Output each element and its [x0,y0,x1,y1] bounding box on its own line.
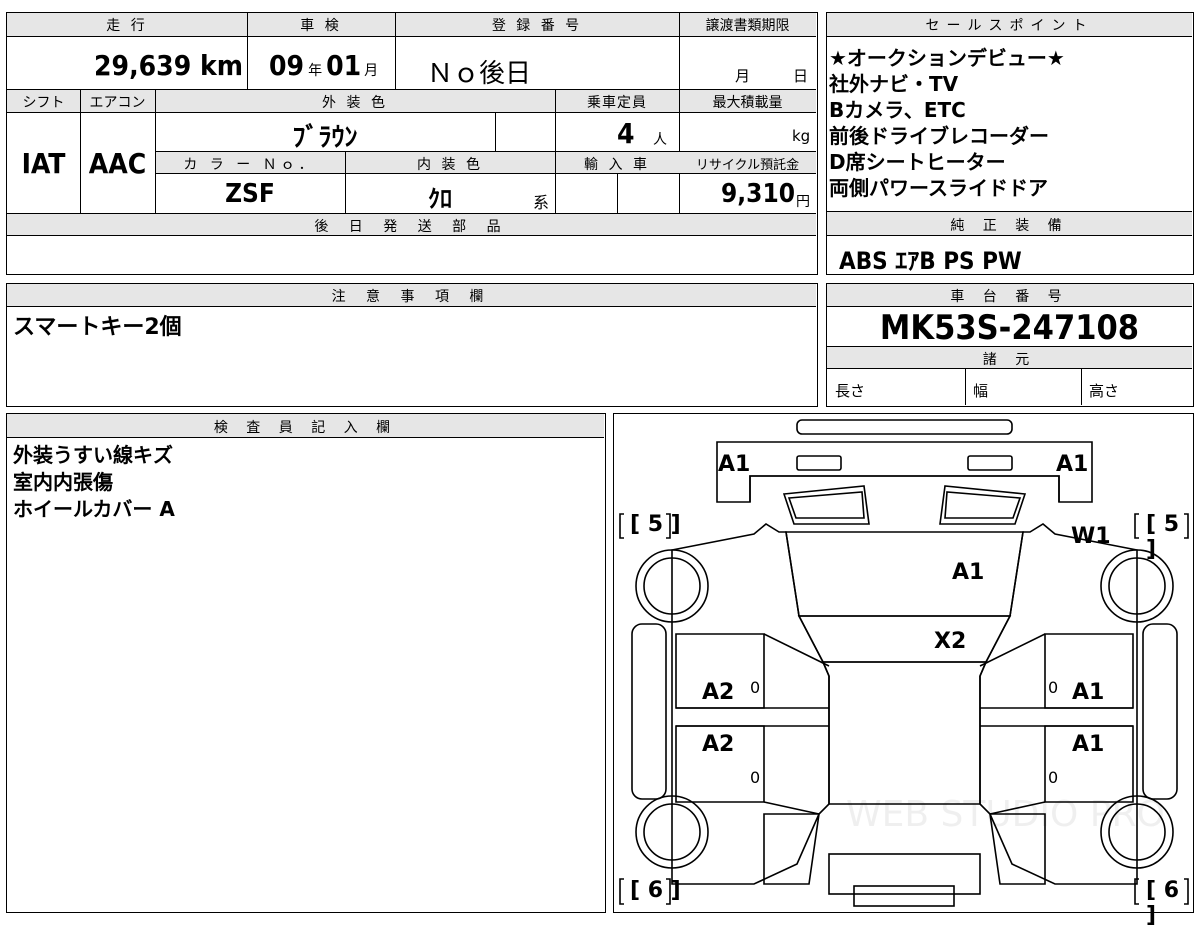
transfer-day-unit: 日 [793,67,809,85]
mark-zero: 0 [1048,768,1059,787]
mark-front-left: A1 [718,452,751,477]
capacity-unit: 人 [653,132,667,148]
max-load-header: 最大積載量 [712,95,783,111]
mark-right-rear-door: A1 [1072,732,1105,757]
sales-points-box: セールスポイント ★オークションデビュー★ 社外ナビ・TV Bカメラ、ETC 前… [826,12,1194,275]
mark-roof: X2 [934,629,967,654]
watermark: WEB STUDIO PRO [846,794,1165,835]
recycle-value: 9,310 [721,179,795,209]
inspection-year-unit: 年 [308,63,323,79]
mark-front-right: A1 [1056,452,1089,477]
inspection-year: 09 [269,49,305,82]
notes-header: 注 意 事 項 欄 [331,289,492,305]
inspector-header: 検 査 員 記 入 欄 [213,420,398,436]
notes-box: 注 意 事 項 欄 スマートキー2個 [6,283,818,407]
inspection-month: 01 [326,49,362,82]
transfer-header: 譲渡書類期限 [705,18,790,34]
mark-right-front-door: A1 [1072,680,1105,705]
inspection-header: 車 検 [300,18,342,34]
later-parts-header: 後 日 発 送 部 品 [314,219,509,235]
color-no-header: カ ラ ー Ｎｏ． [183,157,317,173]
mileage-unit: km [200,49,243,82]
standard-equipment-header: 純 正 装 備 [950,218,1069,234]
mark-windshield: W1 [1071,524,1111,549]
inspector-box: 検 査 員 記 入 欄 外装うすい線キズ 室内内張傷 ホイールカバー A [6,413,606,913]
sales-point-item: 社外ナビ・TV [829,72,959,96]
registration-header: 登 録 番 号 [491,18,583,34]
mileage-header: 走 行 [106,18,148,34]
main-info-table: 走 行 車 検 登 録 番 号 譲渡書類期限 29,639 km 09 年 01 月 … [6,12,818,275]
interior-color-header: 内 装 色 [417,157,483,173]
sales-point-item: 前後ドライブレコーダー [829,124,1049,148]
inspection-value: 09 年 01 月 [269,49,395,82]
car-diagram [619,419,1189,907]
recycle-unit: 円 [796,194,810,210]
aircon-value: AAC [88,147,147,180]
inspector-note-item: 外装うすい線キズ [13,443,173,467]
recycle-header: リサイクル預託金 [695,158,800,173]
exterior-color-value: ﾌﾞﾗｳﾝ [292,123,358,153]
notes-value: スマートキー2個 [13,315,182,340]
interior-color-value: ｸﾛ [428,185,452,213]
chassis-header: 車 台 番 号 [950,289,1069,305]
spec-height-label: 高さ [1089,382,1120,400]
inspection-month-unit: 月 [364,63,379,79]
sales-point-item: Bカメラ、ETC [829,98,966,122]
standard-equipment-value: ABS ｴｱB PS PW [839,247,1022,275]
mark-zero: 0 [1048,678,1059,697]
mark-left-front-door: A2 [702,680,735,705]
mark-left-rear-door: A2 [702,732,735,757]
specs-header: 諸 元 [982,352,1037,368]
sales-point-item: D席シートヒーター [829,150,1006,174]
mark-left-rear-bracket: [ 6 ] [630,878,681,903]
sales-points-list: ★オークションデビュー★ 社外ナビ・TV Bカメラ、ETC 前後ドライブレコーダ… [829,45,1189,201]
chassis-box: 車 台 番 号 MK53S-247108 諸 元 長さ 幅 高さ [826,283,1194,407]
mark-zero: 0 [750,768,761,787]
sales-points-header: セールスポイント [925,18,1094,34]
capacity-header: 乗車定員 [587,95,647,111]
mark-hood: A1 [952,560,985,585]
chassis-value: MK53S-247108 [879,308,1140,348]
color-no-value: ZSF [225,179,275,209]
mileage-number: 29,639 [94,49,192,82]
mileage-value: 29,639 km [7,49,247,82]
shift-value: IAT [21,147,66,180]
inspector-note-item: ホイールカバー A [13,497,175,521]
spec-length-label: 長さ [835,382,866,400]
transfer-month-unit: 月 [735,67,751,85]
inspector-notes: 外装うすい線キズ 室内内張傷 ホイールカバー A [13,442,175,523]
exterior-color-header: 外 装 色 [322,95,388,111]
registration-value: Ｎｏ後日 [427,59,532,89]
import-header: 輸 入 車 [584,157,650,173]
sales-point-item: 両側パワースライドドア [829,176,1048,200]
car-diagram-box: A1 A1 [ 5 ] [ 5 ] W1 A1 X2 A2 A1 A2 A1 0… [613,413,1194,928]
mark-right-front-bracket: [ 5 ] [1146,512,1180,562]
interior-color-suffix: 系 [533,193,550,212]
inspector-note-item: 室内内張傷 [13,470,113,494]
mark-left-front-bracket: [ 5 ] [630,512,681,537]
capacity-value: 4 [617,117,635,150]
max-load-unit: kg [792,127,811,145]
shift-header: シフト [22,95,65,111]
mark-right-rear-bracket: [ 6 ] [1146,878,1180,928]
sales-point-item: ★オークションデビュー★ [829,46,1065,70]
mark-zero: 0 [750,678,761,697]
aircon-header: エアコン [89,95,146,111]
spec-width-label: 幅 [973,382,989,400]
